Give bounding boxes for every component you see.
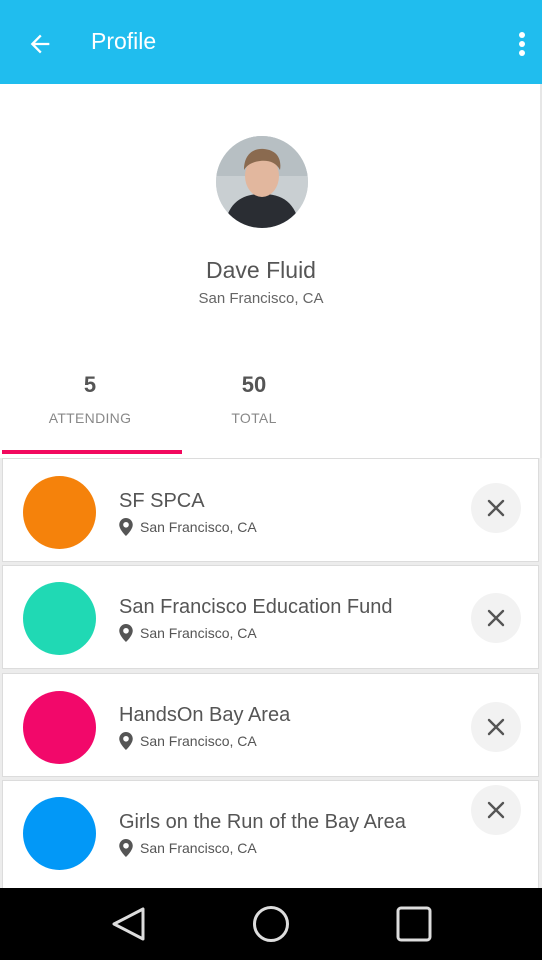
tab-attending[interactable]: 5 ATTENDING bbox=[0, 372, 180, 426]
event-location-text: San Francisco, CA bbox=[140, 625, 257, 641]
remove-button[interactable] bbox=[471, 702, 521, 752]
arrow-left-icon bbox=[30, 34, 50, 54]
profile-name: Dave Fluid bbox=[206, 257, 316, 283]
event-color-dot bbox=[23, 582, 96, 655]
event-color-dot bbox=[23, 476, 96, 549]
tab-total[interactable]: 50 TOTAL bbox=[164, 372, 344, 426]
attending-count: 5 bbox=[83, 372, 97, 397]
app-bar: Profile bbox=[0, 0, 542, 84]
close-icon bbox=[487, 609, 505, 627]
location-pin-icon bbox=[119, 732, 133, 750]
nav-recents-button[interactable] bbox=[392, 902, 436, 946]
location-pin-icon bbox=[119, 518, 133, 536]
event-location: San Francisco, CA bbox=[119, 624, 257, 642]
close-icon bbox=[487, 718, 505, 736]
more-vert-icon bbox=[519, 32, 525, 56]
event-location-text: San Francisco, CA bbox=[140, 733, 257, 749]
event-location-text: San Francisco, CA bbox=[140, 840, 257, 856]
nav-home-button[interactable] bbox=[249, 902, 293, 946]
location-pin-icon bbox=[119, 839, 133, 857]
total-count: 50 bbox=[241, 372, 267, 397]
event-name: Girls on the Run of the Bay Area bbox=[119, 811, 406, 833]
attending-label: ATTENDING bbox=[48, 410, 132, 426]
list-item[interactable]: SF SPCA San Francisco, CA bbox=[2, 458, 539, 562]
event-location: San Francisco, CA bbox=[119, 839, 257, 857]
event-name: San Francisco Education Fund bbox=[119, 596, 393, 618]
event-location-text: San Francisco, CA bbox=[140, 519, 257, 535]
nav-back-button[interactable] bbox=[106, 902, 150, 946]
more-options-button[interactable] bbox=[506, 24, 538, 64]
event-name: HandsOn Bay Area bbox=[119, 704, 291, 726]
system-navigation-bar bbox=[0, 888, 542, 960]
event-color-dot bbox=[23, 797, 96, 870]
event-location: San Francisco, CA bbox=[119, 732, 257, 750]
home-circle-icon bbox=[253, 906, 289, 942]
total-label: TOTAL bbox=[231, 410, 277, 426]
avatar[interactable] bbox=[216, 136, 308, 228]
recents-square-icon bbox=[396, 906, 432, 942]
page-title: Profile bbox=[91, 28, 157, 54]
event-name: SF SPCA bbox=[119, 490, 205, 512]
event-list[interactable]: SF SPCA San Francisco, CA San Francisco … bbox=[0, 458, 542, 888]
avatar-photo bbox=[216, 136, 308, 228]
back-triangle-icon bbox=[112, 907, 145, 941]
remove-button[interactable] bbox=[471, 785, 521, 835]
list-item[interactable]: HandsOn Bay Area San Francisco, CA bbox=[2, 673, 539, 777]
list-item[interactable]: Girls on the Run of the Bay Area San Fra… bbox=[2, 780, 539, 888]
back-button[interactable] bbox=[18, 22, 62, 66]
close-icon bbox=[487, 801, 505, 819]
profile-section: Dave Fluid San Francisco, CA 5 ATTENDING… bbox=[0, 84, 542, 458]
remove-button[interactable] bbox=[471, 483, 521, 533]
profile-location: San Francisco, CA bbox=[198, 290, 324, 307]
tab-indicator bbox=[2, 450, 182, 454]
location-pin-icon bbox=[119, 624, 133, 642]
event-location: San Francisco, CA bbox=[119, 518, 257, 536]
list-item[interactable]: San Francisco Education Fund San Francis… bbox=[2, 565, 539, 669]
close-icon bbox=[487, 499, 505, 517]
remove-button[interactable] bbox=[471, 593, 521, 643]
event-color-dot bbox=[23, 691, 96, 764]
